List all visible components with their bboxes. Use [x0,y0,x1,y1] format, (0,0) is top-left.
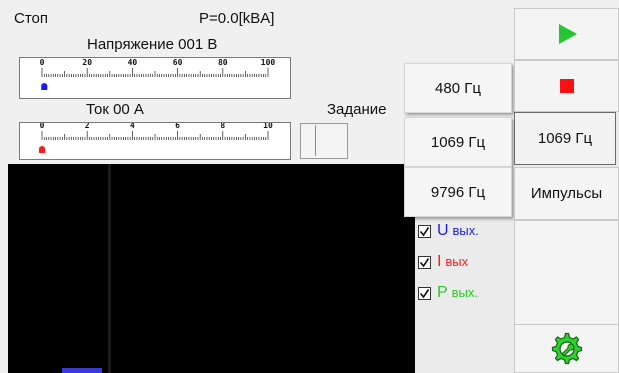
voltage-gauge: 0 20 40 60 80 100 [19,57,291,99]
gauge-tick-label: 10 [263,123,273,130]
settings-button[interactable] [514,324,619,373]
gauge-tick-label: 8 [220,123,225,130]
empty-slot [514,220,619,324]
channel-u-label: U вых. [437,222,479,239]
check-icon [419,257,430,267]
gauge-tick-label: 20 [82,58,92,67]
gauge-tick-label: 40 [128,58,138,67]
gauge-tick-label: 0 [40,123,45,130]
check-icon [419,288,430,298]
channel-i-out-toggle[interactable]: I вых [418,253,468,271]
setpoint-label: Задание [327,101,387,118]
app-window: Стоп P=0.0[kBA] Напряжение 001 В 0 20 40 60… [0,0,619,373]
scope-indicator-strip [62,368,102,373]
setpoint-slider-handle[interactable] [315,125,346,156]
gauge-value-marker [41,83,48,90]
current-gauge-title: Ток 00 А [86,101,144,118]
play-icon [558,24,577,44]
check-icon [419,226,430,236]
checkbox[interactable] [418,286,431,300]
status-text: Стоп [14,10,48,27]
gauge-tick-label: 100 [261,58,276,67]
gauge-tick-label: 2 [85,123,90,130]
oscilloscope-display [111,164,415,373]
voltage-gauge-scale: 0 20 40 60 80 100 [40,58,276,90]
gear-wrench-icon [551,332,582,364]
gauge-tick-label: 4 [130,123,135,130]
current-gauge-scale: 0 2 4 6 8 10 [39,123,273,153]
current-gauge: 0 2 4 6 8 10 [19,122,291,160]
voltage-gauge-title: Напряжение 001 В [87,36,218,53]
channel-u-out-toggle[interactable]: U вых. [418,222,479,240]
frequency-preset-9796-button[interactable]: 9796 Гц [404,167,512,217]
stop-icon [559,79,574,93]
channel-i-label: I вых [437,253,469,270]
gauge-tick-label: 80 [218,58,228,67]
pulse-mode-button[interactable]: Импульсы [514,167,619,220]
gauge-tick-label: 0 [40,58,45,67]
scope-side-panel [8,164,108,373]
stop-button[interactable] [514,60,619,112]
power-readout: P=0.0[kBA] [199,10,275,27]
selected-frequency-display[interactable]: 1069 Гц [514,112,616,165]
channel-p-out-toggle[interactable]: P вых. [418,284,478,302]
gauge-tick-label: 6 [175,123,180,130]
start-button[interactable] [514,8,619,60]
channel-p-label: P вых. [437,284,478,301]
frequency-preset-1069-button[interactable]: 1069 Гц [404,117,512,167]
frequency-preset-480-button[interactable]: 480 Гц [404,63,512,113]
gauge-tick-label: 60 [173,58,183,67]
gauge-value-marker [39,146,45,153]
setpoint-slider[interactable] [300,123,348,159]
checkbox[interactable] [418,255,431,269]
checkbox[interactable] [418,224,431,238]
